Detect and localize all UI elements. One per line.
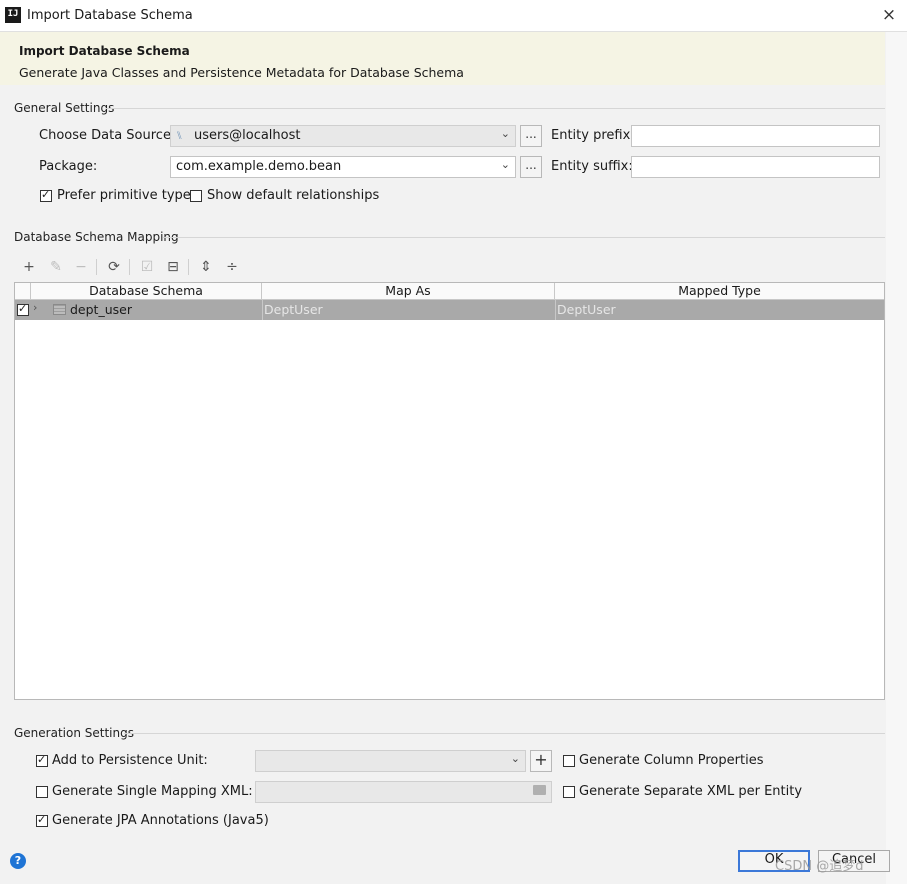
map-as-value[interactable]: DeptUser <box>264 302 323 317</box>
generation-settings-title: Generation Settings <box>14 726 134 740</box>
close-icon[interactable]: × <box>878 4 900 26</box>
help-icon[interactable]: ? <box>10 853 26 869</box>
table-icon <box>53 304 66 315</box>
separate-xml-checkbox[interactable] <box>563 786 575 798</box>
jpa-annotations-label: Generate JPA Annotations (Java5) <box>52 813 269 828</box>
checkbox-column-header <box>15 283 31 300</box>
toolbar-separator <box>188 259 189 275</box>
persistence-unit-combo[interactable]: ⌄ <box>255 750 526 772</box>
schema-mapping-table[interactable]: Database Schema Map As Mapped Type › dep… <box>14 282 885 700</box>
collapse-all-icon[interactable]: ÷ <box>222 257 242 277</box>
entity-prefix-field[interactable] <box>631 125 880 147</box>
add-icon[interactable]: + <box>19 257 39 277</box>
entity-suffix-field[interactable] <box>631 156 880 178</box>
column-divider <box>262 300 263 320</box>
check-all-icon[interactable]: ☑ <box>137 257 157 277</box>
separate-xml-label: Generate Separate XML per Entity <box>579 784 803 799</box>
watermark-text: CSDN @追梦d <box>775 859 864 874</box>
package-combo[interactable]: com.example.demo.bean ⌄ <box>170 156 516 178</box>
toolbar-separator <box>96 259 97 275</box>
chevron-right-icon[interactable]: › <box>33 301 37 314</box>
prefer-primitive-label: Prefer primitive types <box>57 188 198 203</box>
entity-suffix-label: Entity suffix: <box>551 159 633 174</box>
database-icon: ⑊ <box>176 129 183 142</box>
divider <box>124 733 885 734</box>
data-source-value: users@localhost <box>194 128 301 143</box>
refresh-icon[interactable]: ⟳ <box>104 257 124 277</box>
banner-subtitle: Generate Java Classes and Persistence Me… <box>19 65 464 80</box>
row-checkbox[interactable] <box>17 302 29 316</box>
column-header-map-as[interactable]: Map As <box>262 283 555 300</box>
single-mapping-label: Generate Single Mapping XML: <box>52 784 253 799</box>
column-header-database-schema[interactable]: Database Schema <box>31 283 262 300</box>
edit-icon[interactable]: ✎ <box>46 257 66 277</box>
divider <box>163 237 885 238</box>
data-source-combo[interactable]: ⑊ users@localhost ⌄ <box>170 125 516 147</box>
schema-name: dept_user <box>70 302 132 317</box>
chevron-down-icon: ⌄ <box>500 127 510 140</box>
add-persistence-checkbox[interactable] <box>36 753 48 767</box>
folder-icon[interactable] <box>533 785 546 795</box>
add-persistence-label: Add to Persistence Unit: <box>52 753 208 768</box>
package-label: Package: <box>39 159 98 174</box>
package-browse-button[interactable]: ... <box>520 156 542 178</box>
show-relationships-checkbox[interactable] <box>190 190 202 202</box>
show-relationships-label: Show default relationships <box>207 188 380 203</box>
right-edge <box>886 32 907 884</box>
entity-prefix-label: Entity prefix: <box>551 128 635 143</box>
expand-all-icon[interactable]: ⇕ <box>196 257 216 277</box>
jpa-annotations-checkbox[interactable] <box>36 813 48 827</box>
divider <box>106 108 885 109</box>
intellij-app-icon: IJ <box>5 7 21 23</box>
mapping-section-title: Database Schema Mapping <box>14 230 179 244</box>
toolbar-separator <box>129 259 130 275</box>
add-persistence-unit-button[interactable]: + <box>530 750 552 772</box>
single-mapping-checkbox[interactable] <box>36 786 48 798</box>
window-title: Import Database Schema <box>27 8 193 23</box>
uncheck-icon[interactable]: ⊟ <box>163 257 183 277</box>
column-header-mapped-type[interactable]: Mapped Type <box>555 283 884 300</box>
column-properties-checkbox[interactable] <box>563 755 575 767</box>
column-divider <box>555 300 556 320</box>
mapped-type-value[interactable]: DeptUser <box>557 302 616 317</box>
chevron-down-icon: ⌄ <box>510 752 520 765</box>
remove-icon[interactable]: − <box>71 257 91 277</box>
prefer-primitive-checkbox[interactable] <box>40 188 52 202</box>
single-mapping-path-field[interactable] <box>255 781 552 803</box>
data-source-label: Choose Data Source: <box>39 128 176 143</box>
table-row[interactable]: › dept_user DeptUser DeptUser <box>15 300 884 320</box>
chevron-down-icon: ⌄ <box>500 158 510 171</box>
general-settings-title: General Settings <box>14 101 115 115</box>
banner-title: Import Database Schema <box>19 44 190 58</box>
column-properties-label: Generate Column Properties <box>579 753 764 768</box>
package-value: com.example.demo.bean <box>176 159 342 174</box>
data-source-browse-button[interactable]: ... <box>520 125 542 147</box>
